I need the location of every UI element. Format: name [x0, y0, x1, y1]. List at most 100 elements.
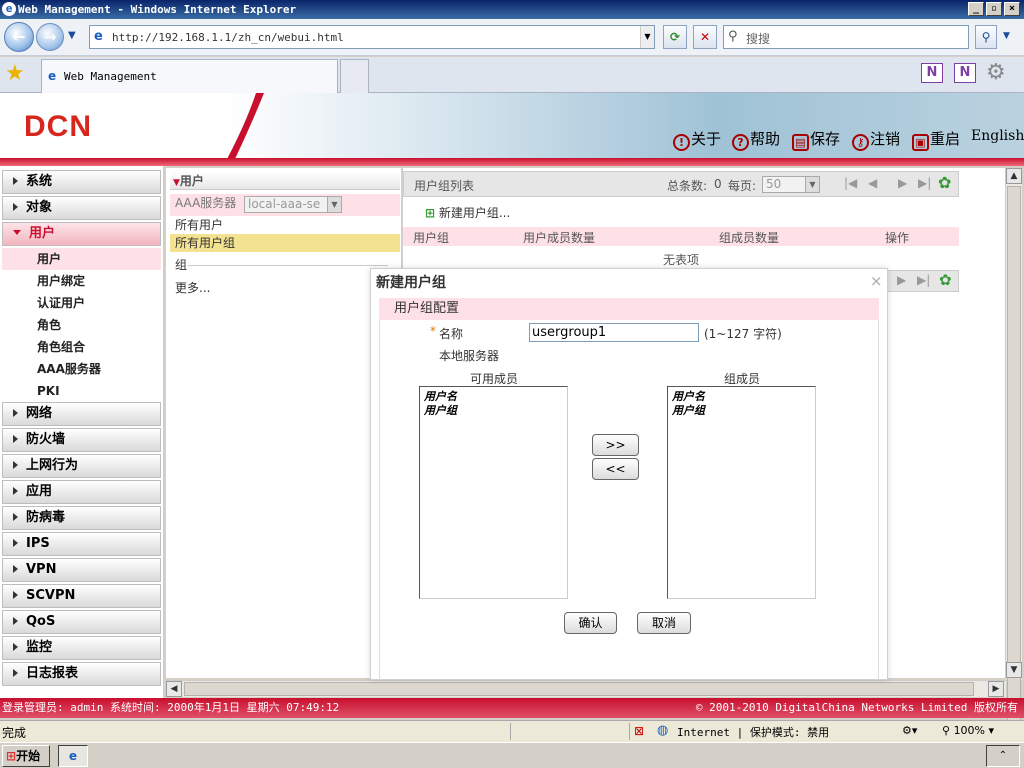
more-link[interactable]: 更多... [170, 279, 400, 297]
cancel-button[interactable]: 取消 [637, 612, 691, 634]
horizontal-scroll-thumb[interactable] [184, 682, 974, 696]
english-link[interactable]: English [971, 128, 1024, 144]
submenu-role[interactable]: 角色 [2, 314, 161, 336]
menu-antivirus[interactable]: 防病毒 [2, 506, 161, 530]
total-count-value: 0 [714, 177, 722, 191]
taskbar: ⊞开始 e ⌃ [0, 742, 1024, 768]
per-page-label: 每页: [728, 179, 757, 193]
submenu-role-combo[interactable]: 角色组合 [2, 336, 161, 358]
aaa-server-select[interactable]: local-aaa-se ▼ [244, 196, 342, 213]
address-dropdown-icon[interactable]: ▼ [640, 26, 654, 48]
zoom-control[interactable]: ⚲ 100% ▾ [942, 724, 994, 737]
list-item[interactable]: 用户组 [424, 404, 563, 418]
menu-monitor[interactable]: 监控 [2, 636, 161, 660]
menu-object[interactable]: 对象 [2, 196, 161, 220]
vertical-scrollbar[interactable]: ▲ ▼ [1005, 168, 1022, 768]
per-page-select[interactable]: 50 ▼ [762, 176, 820, 193]
footer-login-info: 登录管理员: admin 系统时间: 2000年1月1日 星期六 07:49:1… [2, 701, 340, 714]
menu-vpn[interactable]: VPN [2, 558, 161, 582]
minimize-button[interactable]: _ [968, 2, 984, 16]
list-item[interactable]: 用户组 [672, 404, 811, 418]
status-footer: 登录管理员: admin 系统时间: 2000年1月1日 星期六 07:49:1… [0, 698, 1024, 718]
next-page-bottom-icon[interactable]: ▶ [897, 273, 906, 287]
horizontal-scrollbar[interactable]: ◀ ▶ [166, 680, 1006, 697]
submenu-aaa-server[interactable]: AAA服务器 [2, 358, 161, 380]
menu-scvpn[interactable]: SCVPN [2, 584, 161, 608]
vertical-scroll-thumb[interactable] [1007, 186, 1021, 768]
menu-user[interactable]: 用户 [2, 222, 161, 246]
col-group-member-count[interactable]: 组成员数量 [719, 229, 779, 246]
dialog-close-icon[interactable]: × [870, 272, 883, 290]
group-members-list[interactable]: 用户名 用户组 [667, 386, 816, 599]
new-tab-button[interactable] [340, 59, 369, 93]
close-window-button[interactable]: × [1004, 2, 1020, 16]
scroll-left-icon[interactable]: ◀ [166, 681, 182, 697]
stop-button[interactable]: ✕ [693, 25, 717, 49]
last-page-bottom-icon[interactable]: ▶| [917, 273, 930, 287]
submenu-auth-user[interactable]: 认证用户 [2, 292, 161, 314]
onenote-send-icon[interactable]: N [954, 63, 976, 83]
history-dropdown-icon[interactable]: ▼ [68, 30, 76, 41]
all-user-groups-item[interactable]: 所有用户组 [170, 234, 400, 252]
maximize-button[interactable]: ▫ [986, 2, 1002, 16]
prev-page-icon[interactable]: ◀ [868, 176, 877, 190]
menu-log-report[interactable]: 日志报表 [2, 662, 161, 686]
collapse-icon[interactable]: ▼ [173, 178, 180, 188]
scroll-up-icon[interactable]: ▲ [1006, 168, 1022, 184]
scroll-down-icon[interactable]: ▼ [1006, 662, 1022, 678]
save-link[interactable]: ▤ 保存 [792, 128, 840, 151]
ie-taskbar-button[interactable]: e [58, 745, 88, 767]
submenu-user-binding[interactable]: 用户绑定 [2, 270, 161, 292]
menu-system[interactable]: 系统 [2, 170, 161, 194]
about-link[interactable]: ! 关于 [673, 128, 721, 151]
status-panes [510, 723, 630, 740]
search-go-button[interactable]: ⚲ [975, 25, 997, 49]
logout-link[interactable]: ⚷ 注销 [852, 128, 900, 151]
first-page-icon[interactable]: |◀ [844, 176, 857, 190]
all-users-item[interactable]: 所有用户 [170, 216, 400, 234]
tab-ie-icon: e [48, 69, 57, 83]
menu-firewall[interactable]: 防火墙 [2, 428, 161, 452]
scroll-right-icon[interactable]: ▶ [988, 681, 1004, 697]
add-member-button[interactable]: >> [592, 434, 639, 456]
page-icon: e [94, 29, 103, 44]
menu-ips[interactable]: IPS [2, 532, 161, 556]
refresh-bottom-icon[interactable]: ✿ [939, 271, 952, 289]
list-item[interactable]: 用户名 [672, 390, 811, 404]
new-user-group-button[interactable]: ⊞ 新建用户组... [425, 204, 510, 221]
back-button[interactable]: ← [4, 22, 34, 52]
refresh-list-icon[interactable]: ✿ [938, 173, 951, 192]
reboot-link[interactable]: ▣ 重启 [912, 128, 960, 151]
address-bar[interactable]: e http://192.168.1.1/zh_cn/webui.html ▼ [89, 25, 655, 49]
list-title: 用户组列表 [414, 179, 475, 193]
tools-gear-icon[interactable]: ⚙ [986, 60, 1006, 85]
start-button[interactable]: ⊞开始 [2, 745, 50, 767]
forward-button[interactable]: → [36, 23, 64, 51]
search-input[interactable]: ⚲ 搜搜 [723, 25, 969, 49]
name-input[interactable]: usergroup1 [529, 323, 699, 342]
refresh-button[interactable]: ⟳ [663, 25, 687, 49]
list-item[interactable]: 用户名 [424, 390, 563, 404]
reboot-icon: ▣ [912, 134, 929, 151]
search-options-icon[interactable]: ▼ [1003, 31, 1010, 41]
menu-network[interactable]: 网络 [2, 402, 161, 426]
onenote-icon[interactable]: N [921, 63, 943, 83]
help-link[interactable]: ? 帮助 [732, 128, 780, 151]
add-icon: ⊞ [425, 206, 436, 220]
col-user-group[interactable]: 用户组 [413, 229, 449, 246]
favorites-star-icon[interactable]: ★ [5, 61, 25, 86]
last-page-icon[interactable]: ▶| [918, 176, 931, 190]
remove-member-button[interactable]: << [592, 458, 639, 480]
security-icon[interactable]: ⚙▾ [902, 724, 917, 737]
submenu-user[interactable]: 用户 [2, 248, 161, 270]
confirm-button[interactable]: 确认 [564, 612, 617, 634]
tab-web-management[interactable]: e Web Management [41, 59, 338, 93]
submenu-pki[interactable]: PKI [2, 380, 161, 402]
col-user-member-count[interactable]: 用户成员数量 [523, 229, 595, 246]
next-page-icon[interactable]: ▶ [898, 176, 907, 190]
menu-application[interactable]: 应用 [2, 480, 161, 504]
menu-internet-behavior[interactable]: 上网行为 [2, 454, 161, 478]
menu-qos[interactable]: QoS [2, 610, 161, 634]
available-members-list[interactable]: 用户名 用户组 [419, 386, 568, 599]
tray-expand-icon[interactable]: ⌃ [986, 745, 1020, 767]
